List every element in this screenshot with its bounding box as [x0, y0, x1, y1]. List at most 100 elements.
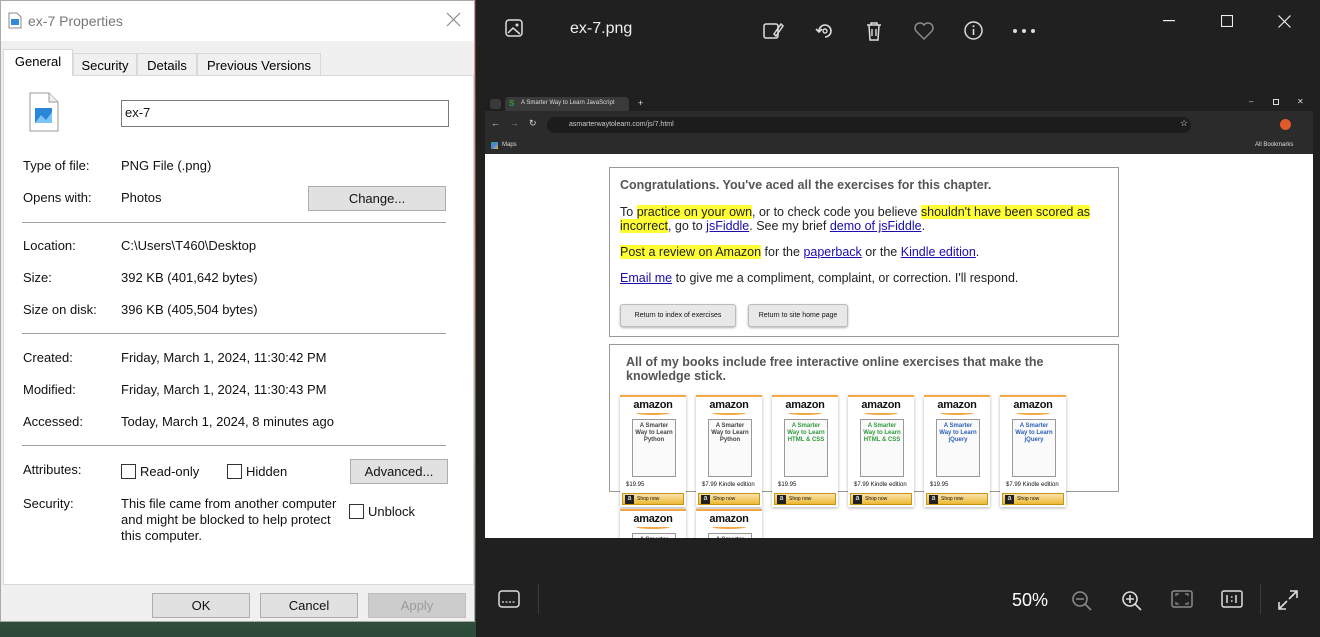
hidden-label: Hidden — [246, 464, 288, 479]
bookmark-star-icon: ☆ — [1180, 118, 1189, 128]
more-options-icon[interactable] — [1012, 28, 1036, 34]
tab-general[interactable]: General — [3, 49, 73, 76]
tab-previous-versions[interactable]: Previous Versions — [197, 53, 321, 75]
hidden-checkbox[interactable] — [227, 464, 242, 479]
site-favicon-icon: S — [509, 99, 515, 108]
review-paragraph: Post a review on Amazon for the paperbac… — [620, 245, 1108, 259]
photos-titlebar: ex-7.png — [476, 0, 1320, 60]
location-value: C:\Users\T460\Desktop — [121, 238, 257, 253]
separator — [22, 333, 446, 334]
books-heading: All of my books include free interactive… — [626, 355, 1044, 383]
favorite-icon[interactable] — [913, 21, 935, 41]
profile-avatar — [1280, 119, 1291, 130]
p1-text-b: , or to check code you believe — [752, 205, 921, 219]
change-button[interactable]: Change... — [308, 186, 446, 211]
p2-text-c: . — [975, 245, 980, 259]
p1-highlight-1: practice on your own — [636, 205, 753, 219]
back-icon: ← — [491, 118, 500, 128]
type-value: PNG File (.png) — [121, 158, 212, 173]
ok-button[interactable]: OK — [152, 593, 250, 618]
amazon-logo: amazon — [633, 513, 673, 525]
browser-minimize-icon: – — [1249, 97, 1254, 106]
tab-details[interactable]: Details — [137, 53, 197, 75]
book-cover: A Smarter — [708, 533, 752, 538]
book-cover: A Smarter Way to Learn jQuery — [1012, 419, 1056, 477]
dialog-close-icon[interactable] — [446, 12, 461, 30]
address-bar: asmarterwaytolearn.com/js/7.html — [547, 117, 1191, 133]
cancel-button[interactable]: Cancel — [260, 593, 358, 618]
dialog-title: ex-7 Properties — [28, 13, 123, 29]
p1-text-c: , go to — [667, 219, 707, 233]
book-thumbnail: amazon A Smarter Way to Learn HTML & CSS $… — [848, 395, 914, 507]
amazon-smile-icon — [788, 411, 822, 415]
amazon-logo: amazon — [1013, 399, 1053, 411]
apply-button[interactable]: Apply — [368, 593, 466, 618]
maximize-button[interactable] — [1204, 8, 1250, 34]
amazon-logo: amazon — [633, 399, 673, 411]
p2-text-a: for the — [761, 245, 804, 259]
zoom-in-icon[interactable] — [1121, 590, 1143, 612]
tab-security[interactable]: Security — [73, 53, 137, 75]
security-text: This file came from another computer and… — [121, 496, 337, 543]
minimize-button[interactable] — [1146, 8, 1192, 34]
all-bookmarks: All Bookmarks — [1255, 142, 1294, 148]
reload-icon: ↻ — [529, 118, 537, 128]
separator — [22, 222, 446, 223]
fullscreen-icon[interactable] — [1277, 589, 1299, 611]
book-thumbnail: amazon A Smarter Way to Learn Python $7.99… — [696, 395, 762, 507]
delete-icon[interactable] — [864, 20, 884, 42]
book-cover: A Smarter — [632, 533, 676, 538]
general-panel: ex-7 Type of file: PNG File (.png) Opens… — [3, 75, 474, 585]
photos-bottom-bar: 50% — [476, 562, 1320, 637]
location-label: Location: — [23, 238, 76, 253]
properties-dialog: ex-7 Properties General Security Details… — [0, 0, 475, 622]
book-thumbnail: amazon A Smarter — [620, 509, 686, 538]
book-thumbnail: amazon A Smarter Way to Learn HTML & CSS $… — [772, 395, 838, 507]
gallery-icon[interactable] — [504, 18, 524, 38]
divider — [538, 584, 539, 614]
filmstrip-icon[interactable] — [498, 590, 520, 608]
rotate-icon[interactable] — [814, 20, 836, 42]
paperback-link: paperback — [803, 245, 862, 259]
kindle-link: Kindle edition — [900, 245, 976, 259]
address-url: asmarterwaytolearn.com/js/7.html — [569, 121, 674, 128]
p2-text-b: or the — [861, 245, 901, 259]
amazon-logo: amazon — [709, 399, 749, 411]
fit-to-window-icon[interactable] — [1171, 590, 1193, 608]
edit-image-icon[interactable] — [762, 20, 784, 42]
size-label: Size: — [23, 270, 52, 285]
email-link: Email me — [620, 271, 673, 285]
amazon-smile-icon — [712, 411, 746, 415]
amazon-smile-icon — [636, 411, 670, 415]
modified-label: Modified: — [23, 382, 76, 397]
browser-tab-title: A Smarter Way to Learn JavaScript — [521, 100, 615, 106]
p2-highlight: Post a review on Amazon — [620, 245, 762, 259]
book-cover: A Smarter Way to Learn jQuery — [936, 419, 980, 477]
filename-field[interactable]: ex-7 — [121, 100, 449, 127]
file-icon — [8, 12, 22, 32]
return-index-button: Return to index of exercises — [620, 304, 736, 327]
photo-image: S A Smarter Way to Learn JavaScript + – ✕… — [485, 97, 1313, 538]
opens-value: Photos — [121, 190, 162, 205]
readonly-checkbox[interactable] — [121, 464, 136, 479]
book-cover: A Smarter Way to Learn HTML & CSS — [784, 419, 828, 477]
amazon-smile-icon — [636, 525, 670, 529]
type-label: Type of file: — [23, 158, 90, 173]
practice-paragraph: To practice on your own, or to check cod… — [620, 205, 1108, 233]
info-icon[interactable] — [963, 20, 984, 41]
unblock-checkbox[interactable] — [349, 504, 364, 519]
p1-text-a: To — [620, 205, 637, 219]
browser-close-icon: ✕ — [1297, 97, 1304, 106]
actual-size-icon[interactable] — [1221, 590, 1243, 608]
p1-text-e: . — [921, 219, 926, 233]
created-label: Created: — [23, 350, 73, 365]
divider — [1260, 584, 1261, 614]
browser-tab: S A Smarter Way to Learn JavaScript — [505, 97, 629, 111]
book-price: $19.95 — [626, 482, 645, 488]
close-button[interactable] — [1261, 8, 1307, 34]
amazon-smile-icon — [864, 411, 898, 415]
p1-text-d: . See my brief — [749, 219, 830, 233]
modified-value: Friday, March 1, 2024, 11:30:43 PM — [121, 382, 327, 397]
advanced-button[interactable]: Advanced... — [350, 459, 448, 484]
zoom-out-icon[interactable] — [1071, 590, 1093, 612]
